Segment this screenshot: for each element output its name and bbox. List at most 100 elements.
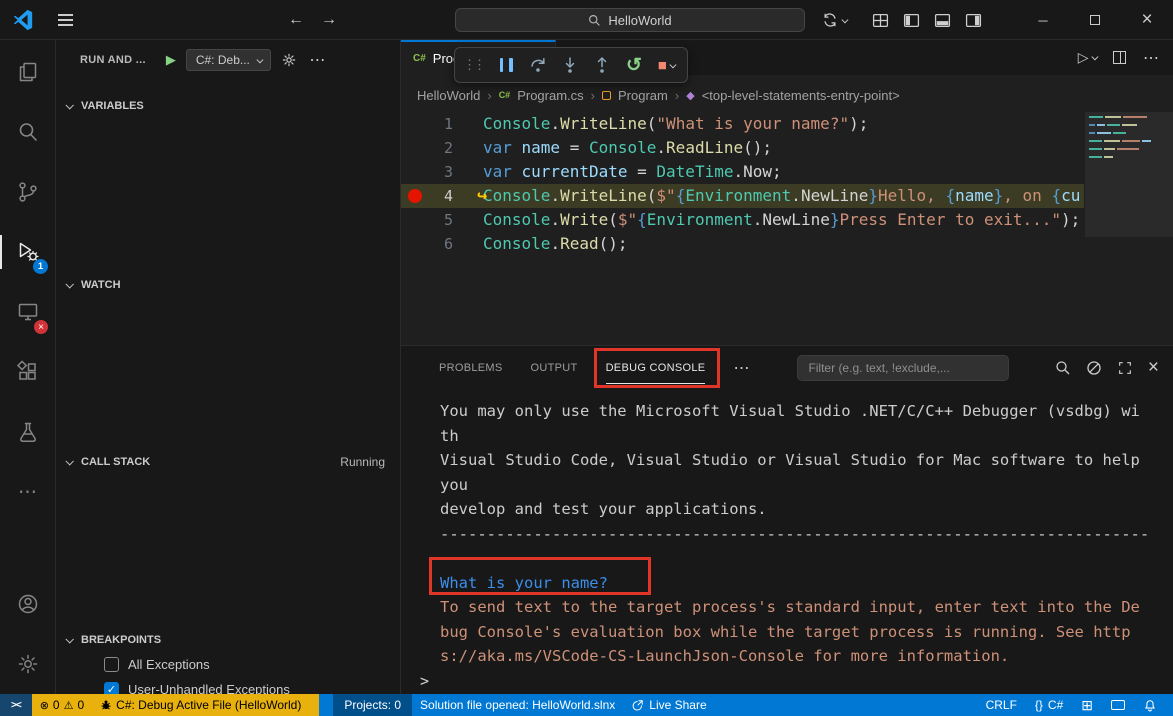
breakpoint-dot[interactable] — [408, 189, 422, 203]
breadcrumb-entry-point[interactable]: <top-level-statements-entry-point> — [702, 88, 900, 103]
status-grid-icon[interactable]: ⊞ — [1073, 694, 1101, 716]
status-bell-icon[interactable] — [1135, 694, 1165, 716]
explorer-icon — [16, 60, 40, 84]
close-button[interactable]: × — [1121, 0, 1173, 40]
panel-more-icon[interactable]: ⋯ — [733, 358, 749, 378]
code-line-2[interactable]: 2var name = Console.ReadLine(); — [401, 136, 1084, 160]
code-line-4[interactable]: 4Console.WriteLine($"{Environment.NewLin… — [401, 184, 1084, 208]
eol-indicator[interactable]: CRLF — [978, 694, 1025, 716]
live-share-button[interactable]: Live Share — [623, 694, 714, 716]
chevron-down-icon — [842, 16, 848, 22]
toggle-primary-sidebar-icon[interactable] — [903, 12, 920, 29]
tab-problems[interactable]: PROBLEMS — [425, 346, 517, 390]
activity-accounts[interactable] — [0, 574, 55, 634]
sync-icon[interactable] — [822, 0, 847, 40]
console-filter-input[interactable] — [797, 355, 1009, 381]
code-lines[interactable]: 1Console.WriteLine("What is your name?")… — [401, 112, 1084, 256]
bottom-panel: PROBLEMS OUTPUT DEBUG CONSOLE ⋯ × You ma… — [401, 345, 1173, 694]
watch-section-header[interactable]: WATCH — [56, 274, 400, 296]
editor-actions: ▷ ⋯ — [1078, 40, 1173, 75]
debug-settings-gear-icon[interactable] — [281, 52, 297, 68]
breakpoint-item-user-unhandled[interactable]: ✓ User-Unhandled Exceptions — [56, 677, 400, 694]
breadcrumb-file[interactable]: Program.cs — [517, 88, 583, 103]
problems-status[interactable]: ⊗ 0 ⚠ 0 — [32, 694, 92, 716]
sidebar-more-icon[interactable]: ⋯ — [309, 50, 325, 70]
console-output: You may only use the Microsoft Visual St… — [440, 399, 1167, 668]
split-editor-icon[interactable] — [1113, 51, 1126, 64]
activity-more-views[interactable]: ⋯ — [0, 462, 55, 522]
menu-hamburger-icon[interactable] — [58, 14, 73, 26]
stop-button[interactable]: ■ — [651, 51, 681, 79]
forward-arrow-button[interactable]: → — [315, 0, 343, 40]
debug-config-dropdown[interactable]: C#: Deb... — [186, 49, 272, 71]
activity-testing[interactable] — [0, 402, 55, 462]
breadcrumb-folder[interactable]: HelloWorld — [417, 88, 480, 103]
breakpoints-section-header[interactable]: BREAKPOINTS — [56, 629, 400, 651]
language-indicator[interactable]: {} C# — [1027, 694, 1071, 716]
ellipsis-icon: ⋯ — [18, 481, 37, 504]
activity-source-control[interactable] — [0, 162, 55, 222]
start-debug-button[interactable]: ▶ — [166, 52, 176, 68]
step-out-button[interactable] — [587, 51, 617, 79]
drag-handle-icon[interactable]: ⋮⋮ — [463, 57, 483, 73]
command-center-search[interactable]: HelloWorld — [455, 8, 805, 32]
step-over-button[interactable] — [523, 51, 553, 79]
breadcrumb-class[interactable]: Program — [618, 88, 668, 103]
layout-controls — [872, 0, 982, 40]
solution-status[interactable]: Solution file opened: HelloWorld.slnx — [412, 694, 623, 716]
back-arrow-button[interactable]: ← — [282, 0, 310, 40]
minimize-button[interactable]: ─ — [1017, 0, 1069, 40]
console-line: What is your name? — [440, 571, 1167, 596]
section-title: WATCH — [81, 279, 121, 291]
checkbox-all-exceptions[interactable]: ✓ — [104, 657, 119, 672]
clear-console-icon[interactable] — [1086, 360, 1102, 376]
braces-icon: {} — [1035, 698, 1043, 712]
pause-button[interactable] — [491, 51, 521, 79]
code-line-1[interactable]: 1Console.WriteLine("What is your name?")… — [401, 112, 1084, 136]
close-panel-icon[interactable]: × — [1148, 357, 1159, 379]
status-screen-icon[interactable] — [1103, 694, 1133, 716]
step-into-button[interactable] — [555, 51, 585, 79]
debug-config-label: C#: Deb... — [196, 53, 250, 67]
activity-run-and-debug[interactable]: 1 — [0, 222, 55, 282]
debug-toolbar[interactable]: ⋮⋮ ↺ ■ — [454, 47, 688, 83]
code-line-6[interactable]: 6Console.Read(); — [401, 232, 1084, 256]
activity-remote-explorer[interactable]: × — [0, 282, 55, 342]
toggle-panel-icon[interactable] — [934, 12, 951, 29]
code-line-5[interactable]: 5Console.Write($"{Environment.NewLine}Pr… — [401, 208, 1084, 232]
customize-layout-icon[interactable] — [872, 12, 889, 29]
error-count: 0 — [53, 698, 60, 712]
toggle-secondary-sidebar-icon[interactable] — [965, 12, 982, 29]
variables-section-header[interactable]: VARIABLES — [56, 95, 400, 117]
search-icon[interactable] — [1055, 360, 1071, 376]
debug-status[interactable]: C#: Debug Active File (HelloWorld) — [92, 694, 309, 716]
remote-indicator[interactable]: >< — [0, 694, 32, 716]
breakpoint-item-all-exceptions[interactable]: ✓ All Exceptions — [56, 652, 400, 676]
call-stack-section-header[interactable]: CALL STACK Running — [56, 451, 400, 473]
code-line-3[interactable]: 3var currentDate = DateTime.Now; — [401, 160, 1084, 184]
error-icon: ⊗ — [40, 699, 49, 712]
restart-button[interactable]: ↺ — [619, 51, 649, 79]
editor-more-icon[interactable]: ⋯ — [1143, 48, 1159, 68]
live-share-label: Live Share — [649, 698, 706, 712]
chevron-down-icon — [65, 457, 73, 465]
activity-bar: 1 × ⋯ — [0, 40, 56, 694]
chevron-down-icon — [257, 56, 263, 62]
console-line: you — [440, 473, 1167, 498]
tab-output[interactable]: OUTPUT — [517, 346, 592, 390]
run-or-debug-button[interactable]: ▷ — [1078, 49, 1096, 66]
activity-explorer[interactable] — [0, 42, 55, 102]
account-icon — [16, 592, 40, 616]
checkbox-user-unhandled[interactable]: ✓ — [104, 682, 119, 695]
maximize-panel-icon[interactable] — [1117, 360, 1133, 376]
projects-status[interactable]: Projects: 0 — [333, 694, 412, 716]
panel-actions: × — [1055, 357, 1159, 379]
activity-settings[interactable] — [0, 634, 55, 694]
console-input[interactable]: > — [401, 668, 1173, 694]
tab-debug-console[interactable]: DEBUG CONSOLE — [592, 346, 720, 390]
activity-extensions[interactable] — [0, 342, 55, 402]
minimap[interactable] — [1085, 112, 1173, 345]
debug-session-badge: 1 — [33, 259, 48, 274]
maximize-button[interactable] — [1069, 0, 1121, 40]
activity-search[interactable] — [0, 102, 55, 162]
